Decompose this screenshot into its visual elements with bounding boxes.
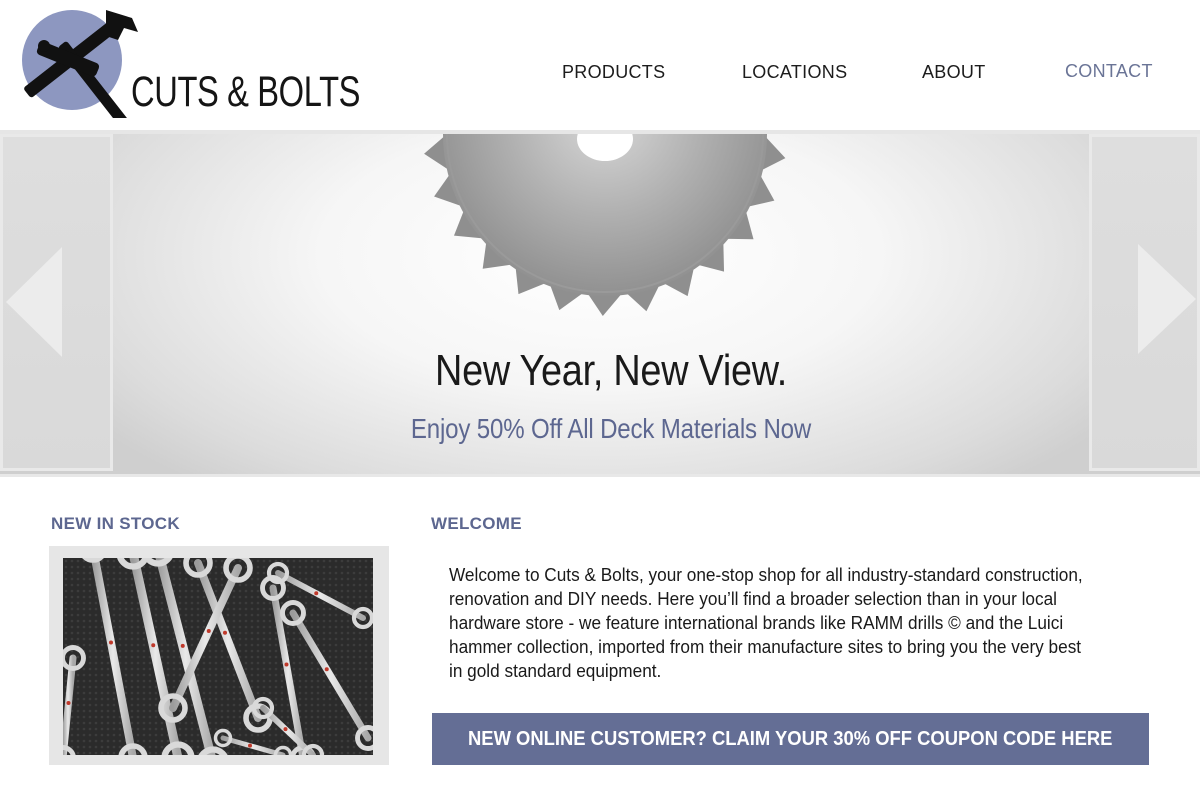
welcome-line: in gold standard equipment. (449, 660, 662, 681)
wrench-head (82, 558, 104, 563)
wrench-band (151, 643, 156, 648)
welcome-line: hardware store - we feature internationa… (449, 612, 1064, 633)
wrench-band (109, 640, 113, 645)
nav-products[interactable]: PRODUCTS (562, 62, 665, 83)
wrench-set-image (63, 558, 373, 755)
wrench-band (283, 727, 288, 732)
triangle-right-icon (1138, 244, 1196, 354)
nav-contact[interactable]: CONTACT (1065, 61, 1153, 82)
welcome-line: hammer collection, imported from their m… (449, 636, 1082, 657)
coupon-button[interactable]: NEW ONLINE CUSTOMER? CLAIM YOUR 30% OFF … (432, 713, 1149, 765)
hero-subtitle[interactable]: Enjoy 50% Off All Deck Materials Now (86, 413, 1137, 445)
coupon-button-label: NEW ONLINE CUSTOMER? CLAIM YOUR 30% OFF … (468, 728, 1113, 750)
wrench-band (284, 662, 289, 667)
welcome-paragraph: Welcome to Cuts & Bolts, your one-stop s… (449, 563, 1149, 683)
welcome-heading: WELCOME (431, 514, 522, 533)
wrench-band (223, 630, 227, 635)
new-in-stock-card[interactable] (49, 546, 389, 765)
hero-slider: New Year, New View. Enjoy 50% Off All De… (0, 134, 1200, 474)
wrench-band (314, 591, 319, 596)
saw-blade-image (424, 134, 786, 316)
wrench-band (324, 667, 329, 672)
welcome-line: renovation and DIY needs. Here you’ll fi… (449, 588, 1057, 609)
welcome-line: Welcome to Cuts & Bolts, your one-stop s… (449, 564, 1083, 585)
nav-locations[interactable]: LOCATIONS (742, 62, 847, 83)
hero-divider (0, 474, 1200, 477)
hero-title: New Year, New View. (434, 346, 787, 395)
triangle-left-icon (6, 247, 62, 357)
new-in-stock-heading: NEW IN STOCK (51, 514, 180, 533)
logo[interactable]: CUTS & BOLTS (14, 6, 360, 127)
wrench-band (206, 629, 211, 633)
wrench-band (66, 701, 71, 705)
logo-text: CUTS & BOLTS (131, 68, 361, 116)
wrench-band (248, 743, 252, 748)
nav-about[interactable]: ABOUT (922, 62, 986, 83)
wrench-band (180, 643, 185, 648)
site-header: CUTS & BOLTS PRODUCTS LOCATIONS ABOUT CO… (0, 0, 1200, 130)
